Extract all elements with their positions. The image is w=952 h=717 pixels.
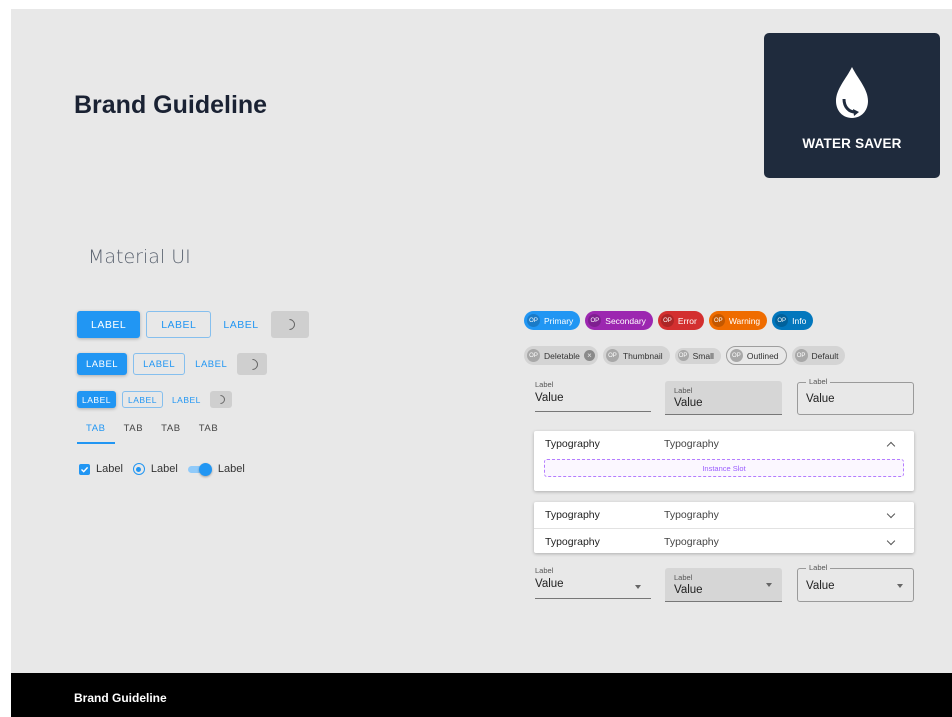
chip-small[interactable]: OP Small [674,347,721,364]
select-outlined[interactable]: Label Value [797,563,914,602]
text-button-medium[interactable]: LABEL [191,353,231,375]
select-value: Value [806,580,835,592]
accordion-collapsed-group: Typography Typography Typography Typogra… [534,502,914,553]
text-field-standard[interactable]: Label Value [535,380,651,412]
chip-avatar: OP [794,349,808,362]
outlined-button-small[interactable]: LABEL [121,391,163,408]
caret-down-icon[interactable] [766,583,772,587]
field-label: Label [674,386,693,395]
accordion-header[interactable]: Typography Typography [534,502,914,528]
accordion-title: Typography [545,438,600,450]
chip-default[interactable]: OP Default [791,346,846,365]
radio-button[interactable] [132,463,145,475]
chip-error[interactable]: OP Error [657,311,704,330]
chip-avatar: OP [711,314,725,327]
text-field-filled[interactable]: Label Value [665,381,782,415]
button-row-medium: LABEL LABEL LABEL [77,353,268,375]
section-title: Material UI [88,246,191,268]
chip-row-variants: OP Deletable × OP Thumbnail OP Small OP Outli… [524,346,846,365]
caret-down-icon[interactable] [635,585,641,589]
field-label: Label [535,380,554,389]
text-button-large[interactable]: LABEL [217,311,264,338]
field-value: Value [535,392,564,404]
chevron-down-icon[interactable] [886,509,896,519]
select-value: Value [535,578,564,590]
checkbox[interactable] [79,463,90,475]
chip-avatar: OP [605,349,619,362]
accordion-subtitle: Typography [664,509,719,521]
text-button-small[interactable]: LABEL [169,391,204,408]
select-filled[interactable]: Label Value [665,568,782,602]
chip-avatar: OP [588,314,602,327]
field-value: Value [806,393,835,405]
tab-2[interactable]: TAB [115,423,153,444]
accordion-title: Typography [545,536,600,548]
selection-controls: Label Label Label [79,463,255,476]
outlined-button-medium[interactable]: LABEL [133,353,186,375]
select-label: Label [674,573,693,582]
accordion-header[interactable]: Typography Typography [534,431,914,457]
text-field-outlined[interactable]: Label Value [797,377,914,415]
field-label: Label [806,377,831,386]
accordion-title: Typography [545,509,600,521]
tab-3[interactable]: TAB [152,423,190,444]
chip-avatar: OP [660,314,674,327]
outlined-button-large[interactable]: LABEL [146,311,212,338]
chip-avatar: OP [527,314,540,327]
chip-warning[interactable]: OP Warning [708,311,768,330]
loading-button-medium[interactable] [237,353,268,375]
chip-thumbnail[interactable]: OP Thumbnail [602,346,670,365]
check-icon [81,466,89,473]
instance-slot: Instance Slot [544,459,904,477]
button-row-large: LABEL LABEL LABEL [77,311,309,338]
tab-bar: TAB TAB TAB TAB [77,423,227,444]
chevron-up-icon[interactable] [886,441,896,451]
contained-button-medium[interactable]: LABEL [77,353,128,375]
footer-title: Brand Guideline [74,691,167,705]
radio-label: Label [150,463,178,475]
loading-button-large[interactable] [270,311,309,338]
chip-avatar: OP [677,350,689,361]
accordion-subtitle: Typography [664,438,719,450]
accordion-header[interactable]: Typography Typography [534,529,914,555]
chip-avatar: OP [729,349,743,362]
chevron-down-icon[interactable] [886,536,896,546]
chip-avatar: OP [775,314,789,327]
checkbox-label: Label [96,463,123,475]
toggle-switch[interactable] [187,463,212,476]
close-icon[interactable]: × [583,350,595,361]
accordion-expanded: Typography Typography Instance Slot [534,431,914,491]
chip-primary[interactable]: OP Primary [524,311,581,330]
spinner-icon [244,356,261,372]
accordion-subtitle: Typography [664,536,719,548]
chip-avatar: OP [527,349,540,362]
select-label: Label [806,563,831,572]
spinner-icon [281,316,298,333]
spinner-icon [214,393,228,406]
switch-label: Label [217,463,245,475]
field-value: Value [674,397,703,409]
caret-down-icon[interactable] [897,584,903,588]
tab-4[interactable]: TAB [190,423,228,444]
chip-secondary[interactable]: OP Secondary [585,311,653,330]
chip-outlined[interactable]: OP Outlined [725,346,787,365]
tab-1[interactable]: TAB [77,423,115,444]
brand-logo: WATER SAVER [764,33,940,178]
page-title: Brand Guideline [74,91,268,119]
loading-button-small[interactable] [209,391,232,408]
select-standard[interactable]: Label Value [535,566,651,599]
chip-row-colors: OP Primary OP Secondary OP Error OP Warning … [524,311,814,330]
logo-wordmark: WATER SAVER [802,136,902,151]
footer-bar: Brand Guideline [11,673,952,717]
contained-button-small[interactable]: LABEL [77,391,116,408]
contained-button-large[interactable]: LABEL [77,311,141,338]
chip-info[interactable]: OP Info [772,311,814,330]
water-drop-icon [836,67,868,118]
select-label: Label [535,566,554,575]
button-row-small: LABEL LABEL LABEL [77,391,232,408]
chip-deletable[interactable]: OP Deletable × [524,346,598,365]
